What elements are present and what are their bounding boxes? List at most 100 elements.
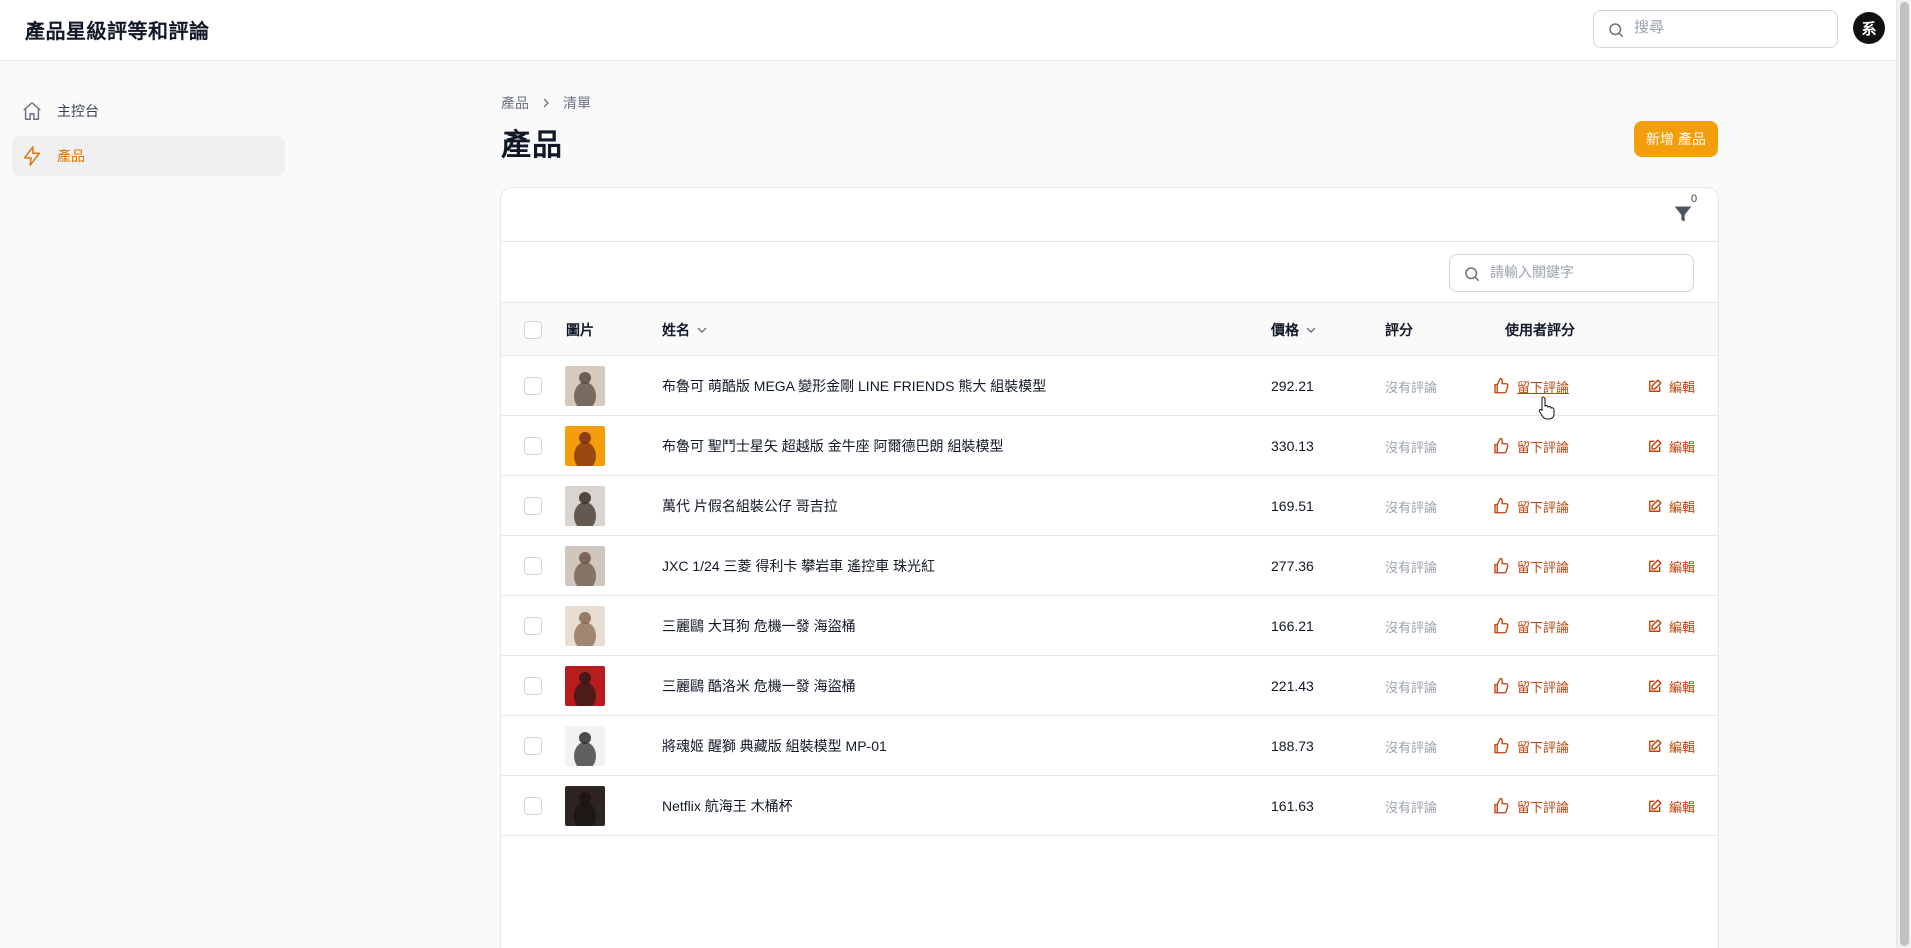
search-icon: [1609, 23, 1624, 38]
edit-button[interactable]: 編輯: [1648, 557, 1695, 576]
edit-button[interactable]: 編輯: [1648, 677, 1695, 696]
edit-cell: 編輯: [1648, 476, 1695, 536]
edit-icon: [1649, 559, 1662, 572]
row-checkbox-cell: [524, 596, 542, 656]
leave-review-button[interactable]: 留下評論: [1492, 737, 1569, 756]
edit-label: 編輯: [1669, 439, 1696, 455]
chevron-right-icon: [541, 96, 551, 111]
product-rating: 沒有評論: [1385, 379, 1438, 395]
edit-button[interactable]: 編輯: [1648, 617, 1695, 636]
lightning-icon: [23, 146, 41, 166]
edit-cell: 編輯: [1648, 416, 1695, 476]
select-all-checkbox[interactable]: [524, 320, 542, 339]
chevron-down-icon: [1306, 327, 1316, 333]
filter-count-badge: 0: [1691, 193, 1698, 205]
row-checkbox[interactable]: [524, 557, 542, 575]
edit-button[interactable]: 編輯: [1648, 797, 1695, 816]
column-header-name[interactable]: 姓名: [662, 303, 708, 356]
row-checkbox[interactable]: [524, 497, 542, 515]
row-checkbox[interactable]: [524, 377, 542, 395]
product-price: 161.63: [1271, 798, 1314, 814]
product-thumbnail: [565, 486, 605, 526]
edit-label: 編輯: [1669, 379, 1696, 395]
table-row: 布魯可 萌酷版 MEGA 變形金剛 LINE FRIENDS 熊大 組裝模型 2…: [501, 356, 1718, 416]
row-checkbox[interactable]: [524, 677, 542, 695]
table-search-bar: [501, 242, 1718, 303]
product-thumbnail: [565, 426, 605, 466]
avatar[interactable]: 系: [1853, 12, 1885, 44]
thumbs-up-icon: [1494, 617, 1509, 634]
leave-review-button[interactable]: 留下評論: [1492, 437, 1569, 456]
leave-review-label: 留下評論: [1517, 799, 1570, 815]
leave-review-button[interactable]: 留下評論: [1492, 377, 1569, 396]
edit-button[interactable]: 編輯: [1648, 437, 1695, 456]
leave-review-button[interactable]: 留下評論: [1492, 557, 1569, 576]
sidebar-item-dashboard[interactable]: 主控台: [12, 91, 285, 131]
app-title: 產品星級評等和評論: [25, 21, 210, 43]
leave-review-button[interactable]: 留下評論: [1492, 797, 1569, 816]
leave-review-cell: 留下評論: [1492, 596, 1569, 656]
sidebar-item-label: 主控台: [57, 103, 99, 119]
edit-icon: [1649, 739, 1662, 752]
product-name: 將魂姬 醒獅 典藏版 組裝模型 MP-01: [662, 738, 887, 754]
row-checkbox[interactable]: [524, 797, 542, 815]
edit-label: 編輯: [1669, 619, 1696, 635]
table-header: 圖片 姓名 價格 評分 使用者評分: [501, 303, 1718, 356]
column-header-user-rating: 使用者評分: [1505, 321, 1575, 338]
thumbs-up-icon: [1494, 737, 1509, 754]
product-name: JXC 1/24 三菱 得利卡 攀岩車 遙控車 珠光紅: [662, 558, 936, 574]
global-search-input[interactable]: [1634, 19, 1824, 36]
row-checkbox[interactable]: [524, 617, 542, 635]
table-row: 三麗鷗 大耳狗 危機一發 海盜桶 166.21 沒有評論 留下評論 編輯: [501, 596, 1718, 656]
leave-review-label: 留下評論: [1517, 739, 1570, 755]
edit-icon: [1649, 379, 1662, 392]
global-search[interactable]: [1593, 10, 1838, 48]
edit-icon: [1649, 679, 1662, 692]
product-name: 布魯可 萌酷版 MEGA 變形金剛 LINE FRIENDS 熊大 組裝模型: [662, 378, 1047, 394]
edit-icon: [1649, 799, 1662, 812]
product-rating: 沒有評論: [1385, 739, 1438, 755]
product-name: 萬代 片假名組裝公仔 哥吉拉: [662, 498, 838, 514]
product-rating: 沒有評論: [1385, 799, 1438, 815]
edit-cell: 編輯: [1648, 716, 1695, 776]
edit-label: 編輯: [1669, 499, 1696, 515]
leave-review-cell: 留下評論: [1492, 356, 1569, 416]
table-row: 將魂姬 醒獅 典藏版 組裝模型 MP-01 188.73 沒有評論 留下評論 編…: [501, 716, 1718, 776]
row-checkbox-cell: [524, 536, 542, 596]
edit-label: 編輯: [1669, 559, 1696, 575]
filter-icon[interactable]: [1673, 204, 1693, 224]
page-scrollbar[interactable]: [1896, 0, 1911, 948]
row-checkbox[interactable]: [524, 437, 542, 455]
keyword-search[interactable]: [1449, 254, 1694, 292]
edit-label: 編輯: [1669, 739, 1696, 755]
edit-button[interactable]: 編輯: [1648, 377, 1695, 396]
keyword-search-input[interactable]: [1490, 264, 1680, 280]
leave-review-cell: 留下評論: [1492, 716, 1569, 776]
leave-review-button[interactable]: 留下評論: [1492, 497, 1569, 516]
column-header-rating: 評分: [1385, 321, 1413, 338]
sidebar-item-products[interactable]: 產品: [12, 136, 285, 176]
edit-button[interactable]: 編輯: [1648, 737, 1695, 756]
row-checkbox-cell: [524, 656, 542, 716]
leave-review-cell: 留下評論: [1492, 776, 1569, 836]
product-thumbnail: [565, 366, 605, 406]
thumbs-up-icon: [1494, 437, 1509, 454]
scrollbar-thumb[interactable]: [1900, 2, 1909, 946]
edit-button[interactable]: 編輯: [1648, 497, 1695, 516]
leave-review-label: 留下評論: [1517, 559, 1570, 575]
leave-review-button[interactable]: 留下評論: [1492, 617, 1569, 636]
edit-cell: 編輯: [1648, 536, 1695, 596]
product-thumbnail: [565, 606, 605, 646]
chevron-down-icon: [697, 327, 707, 333]
edit-cell: 編輯: [1648, 656, 1695, 716]
thumbs-up-icon: [1494, 677, 1509, 694]
breadcrumb: 產品 清單: [501, 93, 591, 113]
leave-review-button[interactable]: 留下評論: [1492, 677, 1569, 696]
column-header-price[interactable]: 價格: [1271, 303, 1317, 356]
new-product-button[interactable]: 新增 產品: [1634, 121, 1718, 157]
table-row: JXC 1/24 三菱 得利卡 攀岩車 遙控車 珠光紅 277.36 沒有評論 …: [501, 536, 1718, 596]
product-image-cell: [565, 776, 605, 836]
row-checkbox[interactable]: [524, 737, 542, 755]
breadcrumb-item-products[interactable]: 產品: [501, 93, 529, 113]
row-checkbox-cell: [524, 776, 542, 836]
